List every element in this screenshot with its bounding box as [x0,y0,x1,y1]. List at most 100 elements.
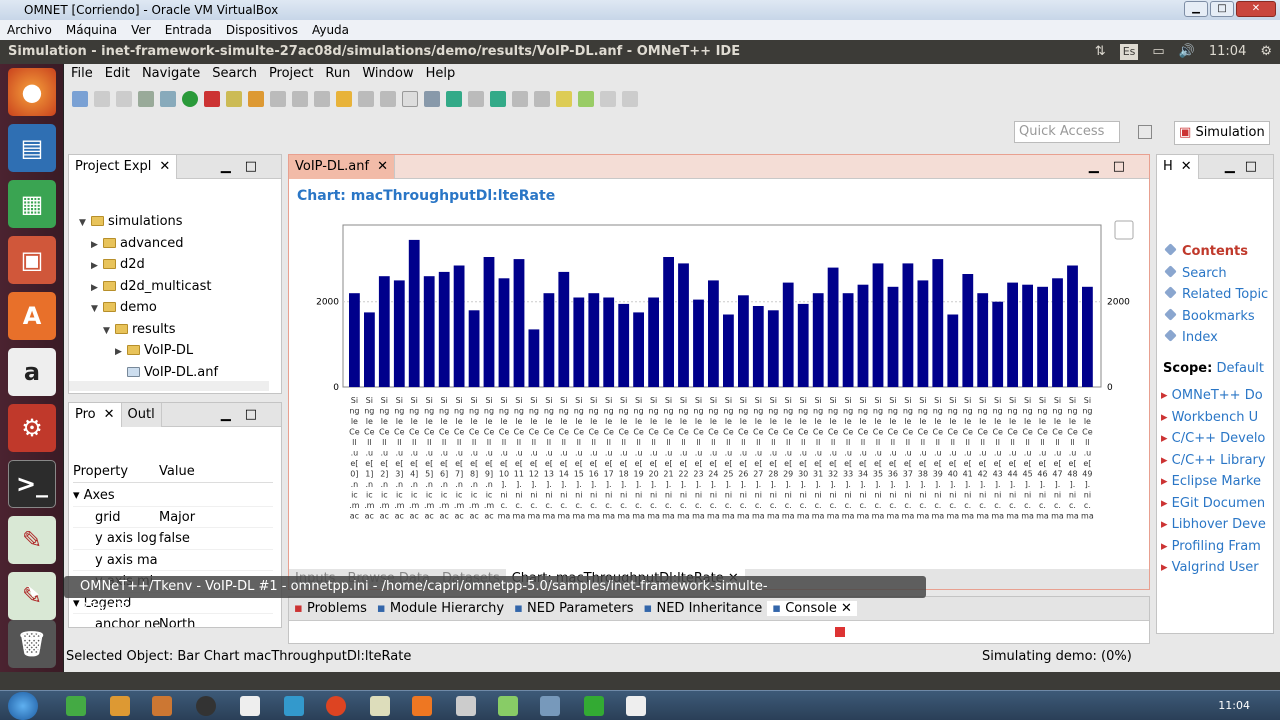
collapsed-icon[interactable]: ▶ [91,235,103,257]
taskbar-app-icon[interactable] [626,696,646,716]
taskbar-app-icon[interactable] [152,696,172,716]
software-center-icon[interactable]: A [8,292,56,340]
ned-parameters-tab[interactable]: ▪ NED Parameters [509,601,638,616]
volume-icon[interactable]: 🔊 [1179,40,1195,64]
vbox-menu-maquina[interactable]: Máquina [59,20,124,40]
bar[interactable] [917,280,929,387]
property-row[interactable]: y axis log false [73,528,273,550]
folder-open-icon[interactable] [248,91,264,107]
zoom-out-icon[interactable] [512,91,528,107]
tree-item[interactable]: ▼ results [79,319,269,341]
build-icon[interactable] [138,91,154,107]
back-icon[interactable] [336,91,352,107]
bar[interactable] [513,259,525,387]
save-all-icon[interactable] [116,91,132,107]
taskbar-app-icon[interactable] [584,696,604,716]
bar[interactable] [423,276,435,387]
bar[interactable] [1067,265,1078,388]
bar[interactable] [977,293,989,387]
zoom-fit-icon[interactable] [468,91,484,107]
tools-icon[interactable] [226,91,242,107]
taskbar-app-icon[interactable] [196,696,216,716]
collapsed-icon[interactable]: ▸ [1161,517,1172,532]
battery-icon[interactable]: ▭ [1152,40,1164,64]
problems-tab[interactable]: ▪ Problems [289,601,372,616]
help-book-item[interactable]: ▸ Valgrind User [1161,557,1273,579]
zoom-reset-icon[interactable] [534,91,550,107]
bar[interactable] [1037,286,1048,387]
collapsed-icon[interactable]: ▸ [1161,410,1172,425]
bar[interactable] [857,284,869,387]
bar[interactable] [498,278,510,387]
collapsed-icon[interactable]: ▸ [1161,474,1172,489]
property-row[interactable]: y axis ma [73,550,273,571]
vbox-menu-entrada[interactable]: Entrada [158,20,219,40]
bar[interactable] [438,271,450,387]
firefox-icon[interactable]: ● [8,68,56,116]
menu-project[interactable]: Project [264,64,318,84]
menu-help[interactable]: Help [421,64,461,84]
explorer-icon[interactable] [370,696,390,716]
bar[interactable] [1022,284,1033,387]
bar[interactable] [483,257,495,387]
open-perspective-icon[interactable] [1138,125,1152,139]
index-link[interactable]: Index [1164,327,1268,349]
taskbar-app-icon[interactable] [498,696,518,716]
undo-icon[interactable] [600,91,616,107]
bar[interactable] [872,263,884,387]
view-controls[interactable]: ▁□ [1089,159,1139,174]
calc-icon[interactable]: ▦ [8,180,56,228]
menu-file[interactable]: File [66,64,98,84]
chrome-icon[interactable] [326,696,346,716]
bar[interactable] [633,312,644,387]
bar[interactable] [603,297,615,388]
bar[interactable] [752,306,764,387]
bar[interactable] [932,259,944,387]
bar[interactable] [528,329,540,387]
run-icon[interactable] [182,91,198,107]
related-topics-link[interactable]: Related Topic [1164,284,1268,306]
property-row[interactable]: grid Major [73,507,273,528]
terminate-icon[interactable] [835,627,845,637]
bar[interactable] [663,257,674,387]
save-icon[interactable] [94,91,110,107]
taskbar-app-icon[interactable] [456,696,476,716]
bar[interactable] [378,276,390,387]
collapsed-icon[interactable]: ▸ [1161,496,1172,511]
project-explorer-tab[interactable]: Project Expl ✕ [69,154,178,179]
pan-icon[interactable] [402,91,418,107]
vbox-menu-ayuda[interactable]: Ayuda [305,20,356,40]
media-icon[interactable] [412,696,432,716]
pin-icon[interactable] [380,91,396,107]
taskbar-app-icon[interactable] [284,696,304,716]
expanded-icon[interactable]: ▼ [91,299,103,321]
bar[interactable] [782,282,794,387]
gear-icon[interactable]: ⚙ [1260,40,1272,64]
bar[interactable] [678,263,689,387]
module-hierarchy-tab[interactable]: ▪ Module Hierarchy [372,601,509,616]
console-tab[interactable]: ▪ Console ✕ [767,601,857,616]
bar[interactable] [618,303,630,387]
help-book-item[interactable]: ▸ Libhover Deve [1161,514,1273,536]
impress-icon[interactable]: ▣ [8,236,56,284]
help-book-item[interactable]: ▸ OMNeT++ Do [1161,385,1273,407]
refresh-icon[interactable] [556,91,572,107]
bar[interactable] [573,297,585,388]
bookmarks-link[interactable]: Bookmarks [1164,306,1268,328]
taskbar-app-icon[interactable] [110,696,130,716]
help-book-item[interactable]: ▸ Workbench U [1161,407,1273,429]
maximize-button[interactable]: □ [1210,1,1234,17]
bar-chart[interactable]: 0 0 2000 2000 Si ng le Ce ll .u e[0] .n ic .m ac Si ng le… [289,211,1149,555]
bar[interactable] [827,267,839,387]
bar[interactable] [812,293,824,387]
search-link[interactable]: Search [1164,263,1268,285]
bar[interactable] [1082,286,1093,387]
view-controls[interactable]: ▁□ [221,407,271,422]
bar[interactable] [738,295,749,387]
close-button[interactable]: ✕ [1236,1,1276,17]
close-icon[interactable]: ✕ [841,601,852,616]
menu-edit[interactable]: Edit [100,64,135,84]
help-tab[interactable]: H ✕ [1157,155,1199,179]
close-icon[interactable]: ✕ [104,403,115,427]
taskbar-app-icon[interactable] [240,696,260,716]
